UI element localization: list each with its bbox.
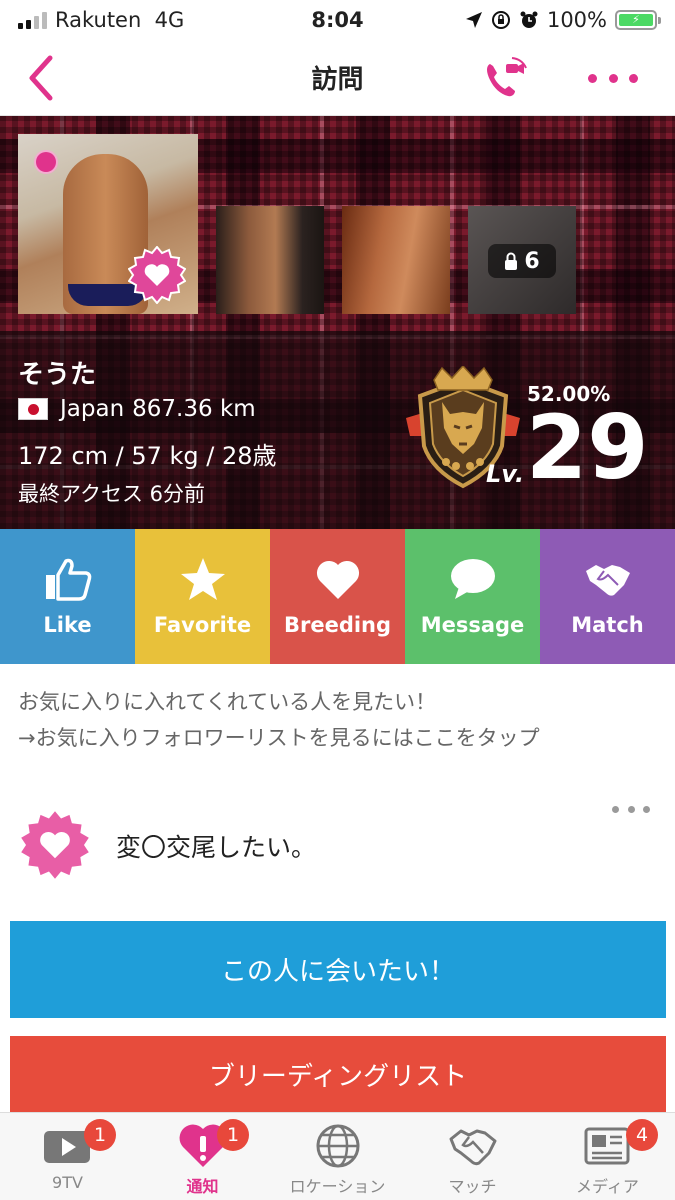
- japan-flag-icon: [18, 398, 48, 420]
- star-icon: [180, 557, 225, 600]
- profile-location: Japan 867.36 km: [18, 396, 256, 422]
- speech-bubble-icon: [450, 558, 495, 599]
- heart-badge-icon: [128, 246, 186, 304]
- tab-notifications[interactable]: 通知 1: [135, 1113, 270, 1200]
- match-button[interactable]: Match: [540, 529, 675, 664]
- breeding-button[interactable]: Breeding: [270, 529, 405, 664]
- globe-icon: [316, 1124, 359, 1168]
- breeding-list-button[interactable]: ブリーディングリスト: [10, 1036, 666, 1112]
- video-call-icon[interactable]: [482, 56, 528, 100]
- tab-badge: 1: [84, 1119, 116, 1151]
- tab-9tv[interactable]: 9TV 1: [0, 1113, 135, 1200]
- heart-badge-icon: [21, 811, 89, 879]
- battery-percent: 100%: [546, 8, 607, 32]
- handshake-icon: [449, 1129, 496, 1166]
- profile-name: そうた: [18, 360, 97, 390]
- profile-photo-thumbnail[interactable]: [216, 206, 324, 314]
- nav-bar: 訪問: [0, 40, 675, 116]
- thumbs-up-icon: [45, 558, 91, 601]
- tab-media[interactable]: メディア 4: [540, 1113, 675, 1200]
- profile-country: Japan: [60, 396, 125, 422]
- message-options-icon[interactable]: [612, 806, 650, 813]
- profile-stats: 172 cm / 57 kg / 28歳: [18, 442, 277, 470]
- want-to-meet-button[interactable]: この人に会いたい！: [10, 921, 666, 1018]
- locked-photos-count: 6: [524, 248, 540, 274]
- carrier-label: Rakuten 4G: [55, 8, 185, 32]
- page-title: 訪問: [311, 65, 364, 95]
- handshake-icon: [585, 564, 630, 596]
- tab-match[interactable]: マッチ: [405, 1113, 540, 1200]
- back-chevron-icon[interactable]: [22, 54, 62, 102]
- profile-distance: 867.36 km: [132, 396, 256, 422]
- profile-photo-thumbnail[interactable]: [342, 206, 450, 314]
- favorite-followers-link[interactable]: お気に入りに入れてくれている人を見たい！ →お気に入りフォロワーリストを見るには…: [18, 684, 540, 756]
- favorite-button[interactable]: Favorite: [135, 529, 270, 664]
- location-arrow-icon: [465, 12, 482, 28]
- battery-icon: ⚡: [615, 10, 661, 30]
- tab-location[interactable]: ロケーション: [270, 1113, 405, 1200]
- last-access: 最終アクセス 6分前: [18, 482, 205, 506]
- locked-photos-chip: 6: [488, 244, 556, 278]
- locked-photos-thumbnail[interactable]: 6: [468, 206, 576, 314]
- message-button[interactable]: Message: [405, 529, 540, 664]
- status-bar: Rakuten 4G 8:04 100% ⚡: [0, 0, 675, 40]
- lock-icon: [505, 252, 518, 270]
- like-button[interactable]: Like: [0, 529, 135, 664]
- online-status-dot: [34, 150, 58, 174]
- orientation-lock-icon: [491, 11, 510, 29]
- more-options-icon[interactable]: [588, 60, 638, 96]
- tab-badge: 1: [217, 1119, 249, 1151]
- profile-header: 6 そうた Japan 867.36 km 172 cm / 57 kg / 2…: [0, 116, 675, 529]
- heart-icon: [316, 560, 359, 599]
- tab-bar: 9TV 1 通知 1 ロケーション マッチ メディア 4: [0, 1112, 675, 1200]
- main-profile-photo[interactable]: [18, 134, 198, 314]
- signal-icon: [18, 11, 47, 29]
- tab-badge: 4: [626, 1119, 658, 1151]
- profile-message: 変〇交尾したい。: [116, 833, 317, 862]
- level-label: Lv.: [486, 460, 525, 488]
- action-bar: Like Favorite Breeding Message Match: [0, 529, 675, 664]
- alarm-icon: [520, 11, 538, 28]
- level-number: 29: [526, 396, 649, 499]
